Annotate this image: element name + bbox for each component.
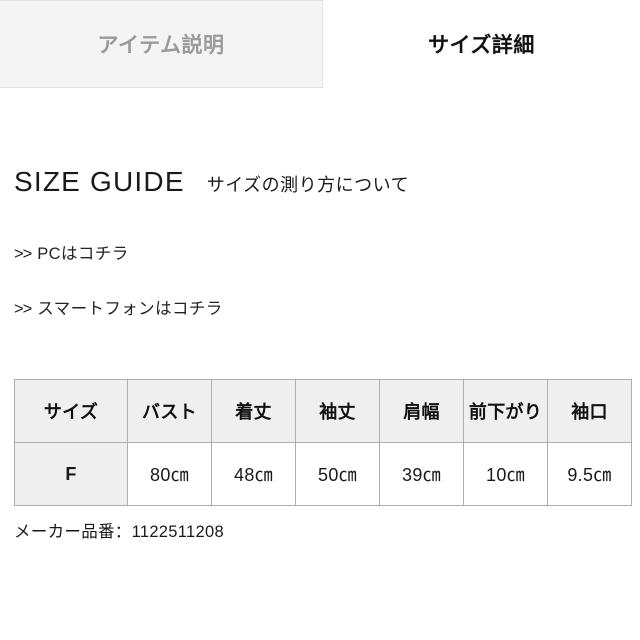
tab-bar: アイテム説明 サイズ詳細 [0, 0, 640, 88]
size-guide-heading: SIZE GUIDE サイズの測り方について [0, 88, 640, 198]
cell-size: F [14, 442, 128, 506]
table-header-length: 着丈 [211, 379, 296, 443]
table-header-front-drop: 前下がり [463, 379, 548, 443]
link-pc-guide-label: PCはコチラ [37, 245, 129, 263]
cell-sleeve: 50㎝ [295, 442, 380, 506]
cell-cuff: 9.5㎝ [547, 442, 632, 506]
size-table-container: サイズ バスト 着丈 袖丈 肩幅 前下がり 袖口 F 80㎝ 48㎝ 50㎝ 3… [0, 317, 640, 506]
tab-size-details-label: サイズ詳細 [428, 34, 535, 57]
table-header-bust: バスト [127, 379, 212, 443]
table-header-shoulder: 肩幅 [379, 379, 464, 443]
table-header-sleeve: 袖丈 [295, 379, 380, 443]
chevron-right-double-icon: >> [14, 299, 32, 318]
size-details-panel: アイテム説明 サイズ詳細 SIZE GUIDE サイズの測り方について >> PC… [0, 0, 640, 640]
cell-length: 48㎝ [211, 442, 296, 506]
link-smartphone-guide-label: スマートフォンはコチラ [37, 299, 223, 318]
tab-item-description[interactable]: アイテム説明 [0, 0, 323, 88]
table-header-row: サイズ バスト 着丈 袖丈 肩幅 前下がり 袖口 [14, 379, 632, 443]
size-table: サイズ バスト 着丈 袖丈 肩幅 前下がり 袖口 F 80㎝ 48㎝ 50㎝ 3… [14, 379, 632, 506]
cell-bust: 80㎝ [127, 442, 212, 506]
size-guide-subtitle: サイズの測り方について [206, 175, 410, 195]
link-smartphone-guide[interactable]: >> スマートフォンはコチラ [0, 263, 640, 318]
cell-front-drop: 10㎝ [463, 442, 548, 506]
cell-shoulder: 39㎝ [379, 442, 464, 506]
table-header-cuff: 袖口 [547, 379, 632, 443]
tab-size-details[interactable]: サイズ詳細 [323, 0, 640, 88]
link-pc-guide[interactable]: >> PCはコチラ [0, 198, 640, 263]
size-guide-title: SIZE GUIDE [14, 166, 185, 197]
maker-product-number: メーカー品番：1122511208 [14, 523, 224, 541]
size-details-content: SIZE GUIDE サイズの測り方について >> PCはコチラ >> スマートフォ… [0, 88, 640, 542]
tab-item-description-label: アイテム説明 [97, 34, 225, 57]
table-row: F 80㎝ 48㎝ 50㎝ 39㎝ 10㎝ 9.5㎝ [14, 442, 632, 506]
table-header-size: サイズ [14, 379, 128, 443]
chevron-right-double-icon: >> [14, 245, 32, 263]
